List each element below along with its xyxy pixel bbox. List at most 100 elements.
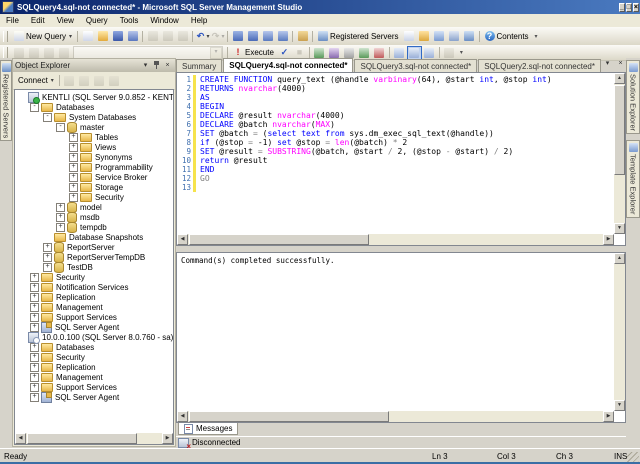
registered-servers-dock-tab[interactable]: Registered Servers	[0, 60, 12, 141]
new-file-button[interactable]	[80, 29, 95, 43]
expand-icon[interactable]: +	[30, 383, 39, 392]
auto-hide-pin-button[interactable]	[151, 61, 162, 71]
expand-icon[interactable]: +	[30, 363, 39, 372]
tree-item-replication[interactable]: +Replication	[17, 292, 173, 302]
scrollbar-thumb[interactable]	[189, 411, 389, 422]
tree-item-notification-services[interactable]: +Notification Services	[17, 282, 173, 292]
menu-view[interactable]: View	[51, 15, 80, 26]
expand-icon[interactable]: +	[56, 213, 65, 222]
scroll-left-arrow-icon[interactable]: ◀	[15, 433, 26, 444]
expand-icon[interactable]: +	[30, 373, 39, 382]
collapse-icon[interactable]: -	[30, 103, 39, 112]
navigate-forward-button[interactable]	[245, 29, 260, 43]
scroll-left-arrow-icon[interactable]: ◀	[177, 234, 188, 245]
expand-icon[interactable]: +	[69, 173, 78, 182]
scrollbar-thumb[interactable]	[27, 433, 137, 444]
object-explorer-button[interactable]	[417, 29, 432, 43]
tree-item-security[interactable]: +Security	[17, 192, 173, 202]
scroll-down-arrow-icon[interactable]: ▼	[614, 400, 625, 411]
scrollbar-thumb[interactable]	[614, 85, 625, 175]
panel-close-button[interactable]: ×	[162, 61, 173, 71]
object-search-button[interactable]	[462, 29, 477, 43]
menu-query[interactable]: Query	[80, 15, 114, 26]
resize-grip[interactable]	[627, 452, 639, 464]
expand-icon[interactable]: +	[56, 203, 65, 212]
menu-file[interactable]: File	[0, 15, 25, 26]
scroll-up-arrow-icon[interactable]: ▲	[614, 73, 625, 84]
tree-item-model[interactable]: +model	[17, 202, 173, 212]
navigate-backward-button[interactable]	[230, 29, 245, 43]
expand-icon[interactable]: +	[43, 263, 52, 272]
menu-help[interactable]: Help	[185, 15, 213, 26]
connect-dropdown-button[interactable]: Connect ▾	[15, 74, 57, 88]
tree-item-views[interactable]: +Views	[17, 142, 173, 152]
undo-button[interactable]: ↶▾	[195, 29, 210, 43]
tree-item-databases[interactable]: -Databases	[17, 102, 173, 112]
tab-messages[interactable]: Messages	[178, 423, 238, 435]
restore-button[interactable]: □	[626, 3, 632, 12]
tree-item-programmability[interactable]: +Programmability	[17, 162, 173, 172]
expand-icon[interactable]: +	[30, 303, 39, 312]
open-file-button[interactable]	[95, 29, 110, 43]
help-contents-button[interactable]: ?Contents	[482, 29, 532, 43]
chevron-down-icon[interactable]: ▾	[210, 47, 222, 59]
tree-item-master[interactable]: -master	[17, 122, 173, 132]
tab-list-dropdown-button[interactable]: ▾	[602, 59, 613, 70]
expand-icon[interactable]: +	[30, 293, 39, 302]
decrease-indent-button[interactable]	[260, 29, 275, 43]
expand-icon[interactable]: +	[30, 273, 39, 282]
minimize-button[interactable]: _	[619, 3, 625, 12]
tree-item-synonyms[interactable]: +Synonyms	[17, 152, 173, 162]
collapse-icon[interactable]: -	[56, 123, 65, 132]
tab-template-explorer[interactable]: Template Explorer	[626, 140, 640, 217]
tab-summary[interactable]: Summary	[176, 59, 222, 72]
scroll-right-arrow-icon[interactable]: ▶	[603, 234, 614, 245]
tree-item-security[interactable]: +Security	[17, 272, 173, 282]
menu-window[interactable]: Window	[144, 15, 184, 26]
tree-item-tempdb[interactable]: +tempdb	[17, 222, 173, 232]
close-document-button[interactable]: ×	[615, 59, 626, 70]
properties-window-button[interactable]	[447, 29, 462, 43]
expand-icon[interactable]: +	[69, 143, 78, 152]
comment-button[interactable]	[295, 29, 310, 43]
close-button[interactable]: ×	[633, 3, 639, 12]
expand-icon[interactable]: +	[69, 163, 78, 172]
expand-icon[interactable]: +	[69, 133, 78, 142]
expand-icon[interactable]: +	[30, 283, 39, 292]
expand-icon[interactable]: +	[30, 313, 39, 322]
tab-sqlquery4-sql-not-connected[interactable]: SQLQuery4.sql-not connected*	[223, 58, 353, 72]
expand-icon[interactable]: +	[43, 243, 52, 252]
tab-solution-explorer[interactable]: Solution Explorer	[626, 60, 640, 134]
scroll-left-arrow-icon[interactable]: ◀	[177, 411, 188, 422]
menu-tools[interactable]: Tools	[114, 15, 145, 26]
tree-item-security[interactable]: +Security	[17, 352, 173, 362]
tree-item-sql-server-agent[interactable]: +SQL Server Agent	[17, 392, 173, 402]
expand-icon[interactable]: +	[30, 353, 39, 362]
tree-item-system-databases[interactable]: -System Databases	[17, 112, 173, 122]
summary-page-button[interactable]	[402, 29, 417, 43]
save-button[interactable]	[110, 29, 125, 43]
tree-item-management[interactable]: +Management	[17, 302, 173, 312]
tree-item-storage[interactable]: +Storage	[17, 182, 173, 192]
scroll-down-arrow-icon[interactable]: ▼	[614, 223, 625, 234]
save-all-button[interactable]	[125, 29, 140, 43]
panel-menu-button[interactable]: ▾	[140, 61, 151, 71]
collapse-icon[interactable]: -	[43, 113, 52, 122]
tree-item-support-services[interactable]: +Support Services	[17, 312, 173, 322]
toolbar-overflow-button[interactable]: ▾	[532, 33, 541, 40]
editor-hscrollbar[interactable]: ◀ ▶	[177, 234, 614, 245]
editor-vscrollbar[interactable]: ▲ ▼	[614, 73, 625, 234]
expand-icon[interactable]: +	[30, 393, 39, 402]
tree-item-replication[interactable]: +Replication	[17, 362, 173, 372]
tree-item-reportserver[interactable]: +ReportServer	[17, 242, 173, 252]
tree-item-support-services[interactable]: +Support Services	[17, 382, 173, 392]
tab-sqlquery2-sql-not-connected[interactable]: SQLQuery2.sql-not connected*	[478, 59, 601, 72]
expand-icon[interactable]: +	[56, 223, 65, 232]
template-explorer-button[interactable]	[432, 29, 447, 43]
tree-item-testdb[interactable]: +TestDB	[17, 262, 173, 272]
tree-item-reportservertempdb[interactable]: +ReportServerTempDB	[17, 252, 173, 262]
menu-edit[interactable]: Edit	[25, 15, 51, 26]
expand-icon[interactable]: +	[30, 343, 39, 352]
tree-item-sql-server-agent[interactable]: +SQL Server Agent	[17, 322, 173, 332]
scroll-up-arrow-icon[interactable]: ▲	[614, 253, 625, 264]
